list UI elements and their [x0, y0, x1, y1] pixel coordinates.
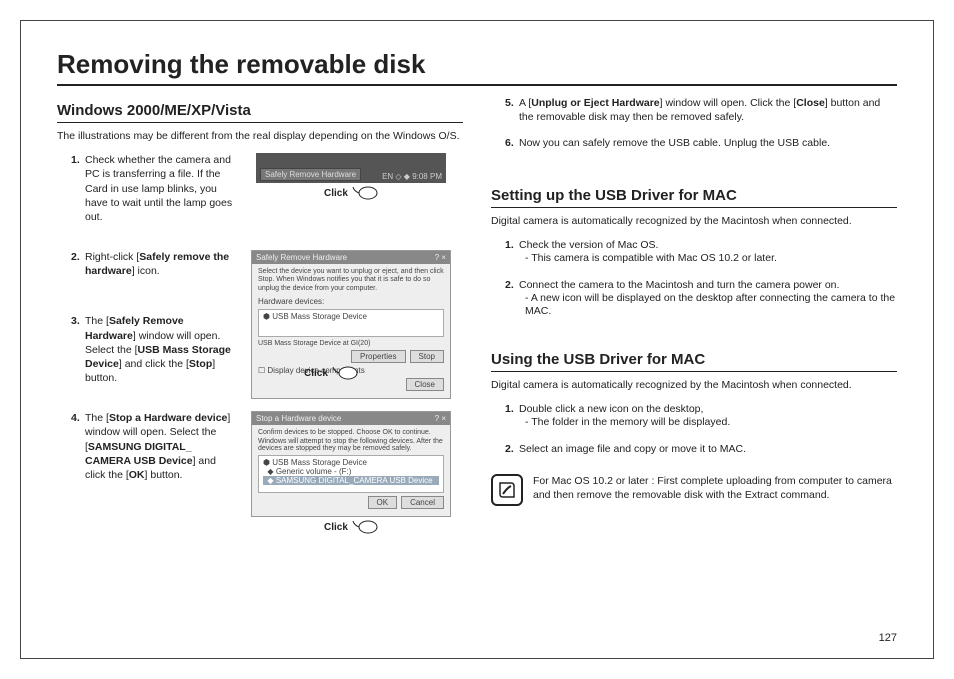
close-button: Close	[406, 378, 444, 391]
right-column: 5. A [Unplug or Eject Hardware] window w…	[491, 96, 897, 549]
heading-windows: Windows 2000/ME/XP/Vista	[57, 102, 463, 123]
click-label: Click	[304, 368, 328, 379]
step-num: 2.	[71, 250, 85, 278]
step-num: 1.	[71, 153, 85, 224]
step-num: 4.	[71, 411, 85, 482]
properties-button: Properties	[351, 350, 405, 363]
intro-mac-setup: Digital camera is automatically recogniz…	[491, 214, 897, 228]
step-text: A [Unplug or Eject Hardware] window will…	[519, 96, 897, 124]
ok-button: OK	[368, 496, 398, 509]
step-num: 3.	[71, 314, 85, 385]
heading-mac-using: Using the USB Driver for MAC	[491, 351, 897, 372]
step-num: 5.	[505, 96, 519, 124]
step-text: Now you can safely remove the USB cable.…	[519, 136, 897, 150]
step-text: The [Safely Remove Hardware] window will…	[85, 314, 233, 385]
close-icon: ? ×	[435, 253, 446, 262]
mouse-icon	[352, 519, 378, 535]
close-icon: ? ×	[435, 414, 446, 423]
intro-windows: The illustrations may be different from …	[57, 129, 463, 143]
step-num: 2.	[505, 278, 519, 319]
dialog-stop-device: Stop a Hardware device? × Confirm device…	[251, 411, 451, 517]
heading-mac-setup: Setting up the USB Driver for MAC	[491, 187, 897, 208]
mouse-icon	[352, 185, 378, 201]
click-label: Click	[324, 188, 348, 199]
step-text: Connect the camera to the Macintosh and …	[519, 278, 897, 319]
stop-button: Stop	[410, 350, 444, 363]
click-label: Click	[324, 522, 348, 533]
page-title: Removing the removable disk	[57, 49, 897, 86]
step-num: 6.	[505, 136, 519, 150]
taskbar-mock: Safely Remove Hardware EN ◇ ◆ 9:08 PM	[256, 153, 446, 183]
tray-clock: EN ◇ ◆ 9:08 PM	[382, 172, 442, 181]
step-text: The [Stop a Hardware device] window will…	[85, 411, 233, 482]
page-number: 127	[879, 632, 897, 644]
step-text: Double click a new icon on the desktop, …	[519, 402, 897, 430]
mouse-icon	[332, 365, 358, 381]
step-text: Check whether the camera and PC is trans…	[85, 153, 233, 224]
tray-tooltip: Safely Remove Hardware	[260, 168, 361, 181]
step-text: Select an image file and copy or move it…	[519, 442, 897, 456]
note-icon	[491, 474, 523, 506]
step-text: Right-click [Safely remove the hardware]…	[85, 250, 233, 278]
step-text: Check the version of Mac OS. - This came…	[519, 238, 897, 266]
step-num: 1.	[505, 238, 519, 266]
step-num: 1.	[505, 402, 519, 430]
note-text: For Mac OS 10.2 or later : First complet…	[533, 474, 897, 502]
intro-mac-using: Digital camera is automatically recogniz…	[491, 378, 897, 392]
step-num: 2.	[505, 442, 519, 456]
cancel-button: Cancel	[401, 496, 444, 509]
left-column: Windows 2000/ME/XP/Vista The illustratio…	[57, 96, 463, 549]
note-box: For Mac OS 10.2 or later : First complet…	[491, 474, 897, 506]
